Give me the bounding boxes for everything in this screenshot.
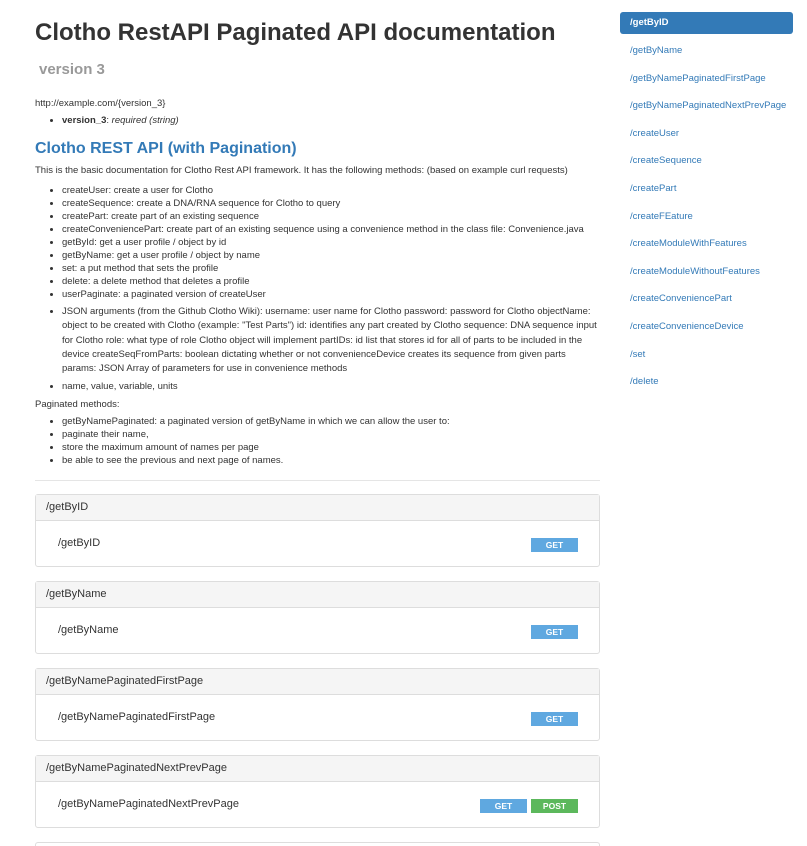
method-buttons: GET POST <box>480 799 578 814</box>
get-method-button[interactable]: GET <box>531 538 578 553</box>
resource-heading: /getByID <box>36 495 599 522</box>
get-method-button[interactable]: GET <box>531 712 578 727</box>
list-item: createSequence: create a DNA/RNA sequenc… <box>62 197 600 210</box>
title-text: Clotho RestAPI Paginated API documentati… <box>35 19 556 46</box>
get-method-button[interactable]: GET <box>480 799 527 814</box>
sidebar-item-getbyname[interactable]: /getByName <box>620 37 793 65</box>
sidebar-item-createsequence[interactable]: /createSequence <box>620 147 793 175</box>
method-buttons: GET <box>531 712 578 727</box>
version-label: version 3 <box>39 61 105 78</box>
methods-list: createUser: create a user for Clothocrea… <box>35 184 600 301</box>
sidebar-item-createconveniencedevice[interactable]: /createConvenienceDevice <box>620 313 793 341</box>
sidebar-item-createmodulewithoutfeatures[interactable]: /createModuleWithoutFeatures <box>620 258 793 286</box>
list-item: getByNamePaginated: a paginated version … <box>62 415 600 428</box>
resource-path: /getByName <box>58 624 119 637</box>
resource-body: /getByNamePaginatedNextPrevPage GET POST <box>36 782 599 827</box>
next-panel-edge <box>35 842 600 846</box>
resource-body: /getByName GET <box>36 608 599 653</box>
resource-panel: /getByID/getByID GET <box>35 494 600 568</box>
page-title: Clotho RestAPI Paginated API documentati… <box>35 16 600 87</box>
sidebar-item-delete[interactable]: /delete <box>620 368 793 396</box>
sidebar-item-getbyid[interactable]: /getByID <box>620 12 793 34</box>
list-item: userPaginate: a paginated version of cre… <box>62 288 600 301</box>
base-uri: http://example.com/{version_3} <box>35 98 166 109</box>
name-value: name, value, variable, units <box>62 380 600 393</box>
method-buttons: GET <box>531 625 578 640</box>
resource-heading: /getByNamePaginatedNextPrevPage <box>36 756 599 783</box>
main-content: Clotho RestAPI Paginated API documentati… <box>35 0 600 846</box>
post-method-button[interactable]: POST <box>531 799 578 814</box>
list-item: createUser: create a user for Clotho <box>62 184 600 197</box>
sidebar-item-createuser[interactable]: /createUser <box>620 120 793 148</box>
method-buttons: GET <box>531 538 578 553</box>
sidebar-item-createfeature[interactable]: /createFEature <box>620 203 793 231</box>
list-item: delete: a delete method that deletes a p… <box>62 275 600 288</box>
list-item: be able to see the previous and next pag… <box>62 454 600 467</box>
resource-panel: /getByNamePaginatedNextPrevPage/getByNam… <box>35 755 600 829</box>
list-item: getById: get a user profile / object by … <box>62 236 600 249</box>
sidebar-item-createpart[interactable]: /createPart <box>620 175 793 203</box>
json-args-list: JSON arguments (from the Github Clotho W… <box>35 305 600 376</box>
param-name: version_3 <box>62 115 107 126</box>
list-item: store the maximum amount of names per pa… <box>62 441 600 454</box>
resource-body: /getByNamePaginatedFirstPage GET <box>36 695 599 740</box>
resource-path: /getByNamePaginatedFirstPage <box>58 711 216 724</box>
paginated-label: Paginated methods: <box>35 399 120 411</box>
section-description: This is the basic documentation for Clot… <box>35 165 568 176</box>
resource-panel: /getByName/getByName GET <box>35 581 600 655</box>
uri-param: version_3: required (string) <box>62 114 600 127</box>
resource-path: /getByID <box>58 537 101 550</box>
list-item: getByName: get a user profile / object b… <box>62 249 600 262</box>
list-item: createConveniencePart: create part of an… <box>62 223 600 236</box>
resource-heading: /getByName <box>36 582 599 609</box>
param-desc: required (string) <box>111 115 179 126</box>
uri-params: version_3: required (string) <box>35 114 600 127</box>
list-item: set: a put method that sets the profile <box>62 262 600 275</box>
list-item: createPart: create part of an existing s… <box>62 210 600 223</box>
section-heading: Clotho REST API (with Pagination) <box>35 140 297 157</box>
json-args: JSON arguments (from the Github Clotho W… <box>62 305 600 376</box>
name-value-list: name, value, variable, units <box>35 380 600 393</box>
resource-heading: /getByNamePaginatedFirstPage <box>36 669 599 696</box>
list-item: paginate their name, <box>62 428 600 441</box>
sidebar-item-createconveniencepart[interactable]: /createConveniencePart <box>620 285 793 313</box>
divider <box>35 480 600 482</box>
sidebar-item-set[interactable]: /set <box>620 341 793 369</box>
resource-body: /getByID GET <box>36 521 599 566</box>
sidebar-item-createmodulewithfeatures[interactable]: /createModuleWithFeatures <box>620 230 793 258</box>
resource-path: /getByNamePaginatedNextPrevPage <box>58 798 239 811</box>
sidebar-item-getbynamepaginatednextprevpage[interactable]: /getByNamePaginatedNextPrevPage <box>620 92 793 120</box>
resource-panels: /getByID/getByID GET/getByName/getByName G… <box>35 494 600 829</box>
resource-panel: /getByNamePaginatedFirstPage/getByNamePa… <box>35 668 600 742</box>
paginated-list: getByNamePaginated: a paginated version … <box>35 415 600 467</box>
sidebar-nav: /getByID/getByName/getByNamePaginatedFir… <box>620 12 793 396</box>
sidebar-item-getbynamepaginatedfirstpage[interactable]: /getByNamePaginatedFirstPage <box>620 65 793 93</box>
get-method-button[interactable]: GET <box>531 625 578 640</box>
